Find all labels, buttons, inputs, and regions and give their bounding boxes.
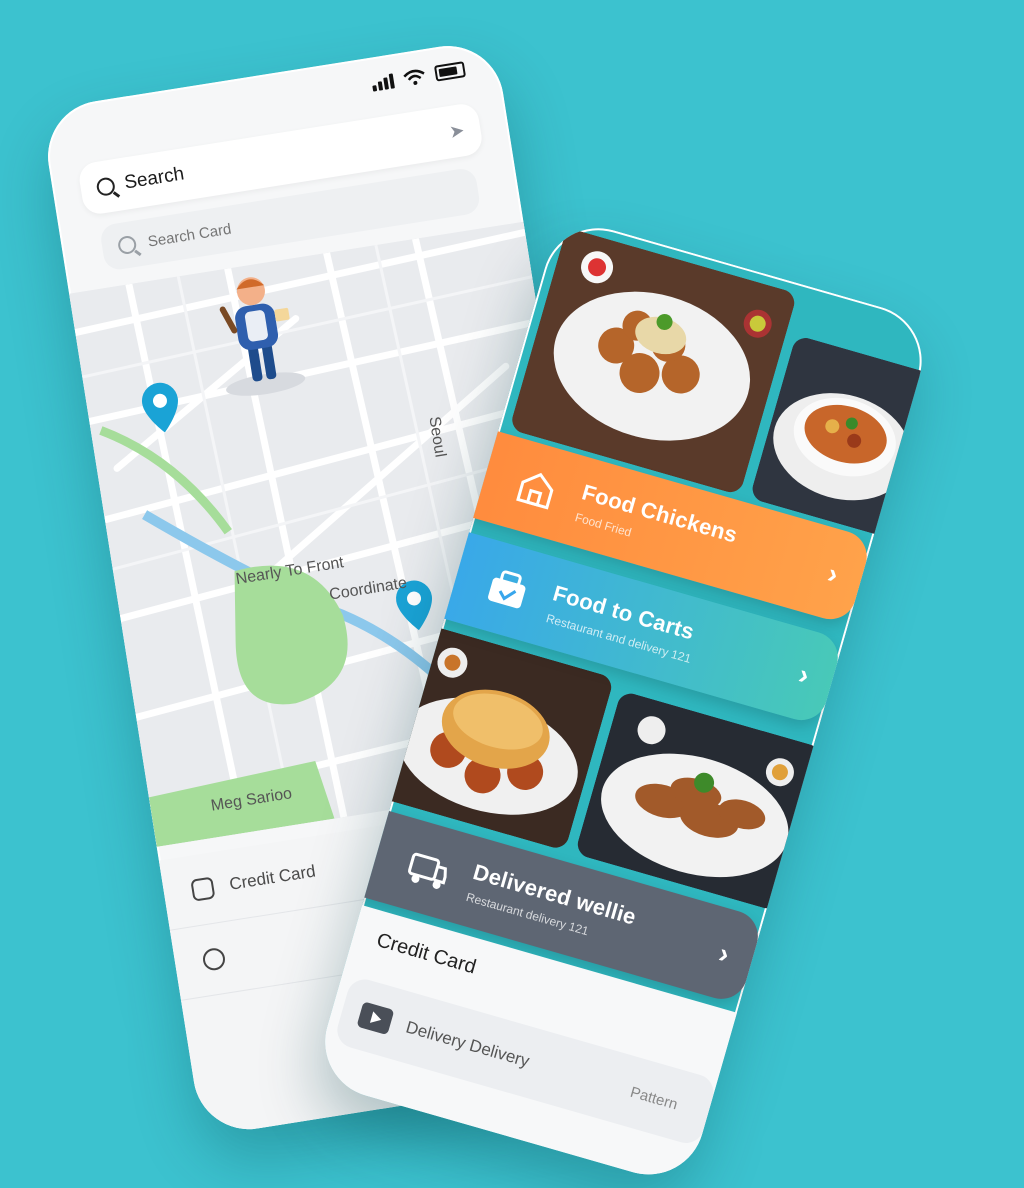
- home-icon: [201, 946, 227, 972]
- delivery-box-icon: [488, 570, 526, 609]
- delivery-truck-icon: [408, 852, 447, 889]
- navigation-arrow-icon[interactable]: ➤: [448, 119, 466, 142]
- battery-icon: [433, 61, 467, 82]
- credit-card-title: Credit Card: [374, 929, 479, 979]
- status-bar: [371, 61, 467, 92]
- restaurant-icon: [516, 472, 554, 510]
- card-icon: [190, 876, 216, 902]
- video-play-icon: [357, 1002, 394, 1034]
- delivery-option-row[interactable]: Delivery Delivery Pattern: [333, 975, 718, 1148]
- search-icon: [116, 234, 138, 256]
- list-item-label: Credit Card: [227, 861, 317, 894]
- food-image-stew[interactable]: [749, 334, 935, 540]
- signal-icon: [371, 72, 395, 92]
- delivery-option-label: Delivery Delivery: [403, 1017, 532, 1071]
- delivery-option-tail: Pattern: [628, 1083, 680, 1113]
- search-icon: [95, 176, 117, 197]
- search-card-input[interactable]: [144, 200, 349, 252]
- wifi-icon: [403, 69, 425, 85]
